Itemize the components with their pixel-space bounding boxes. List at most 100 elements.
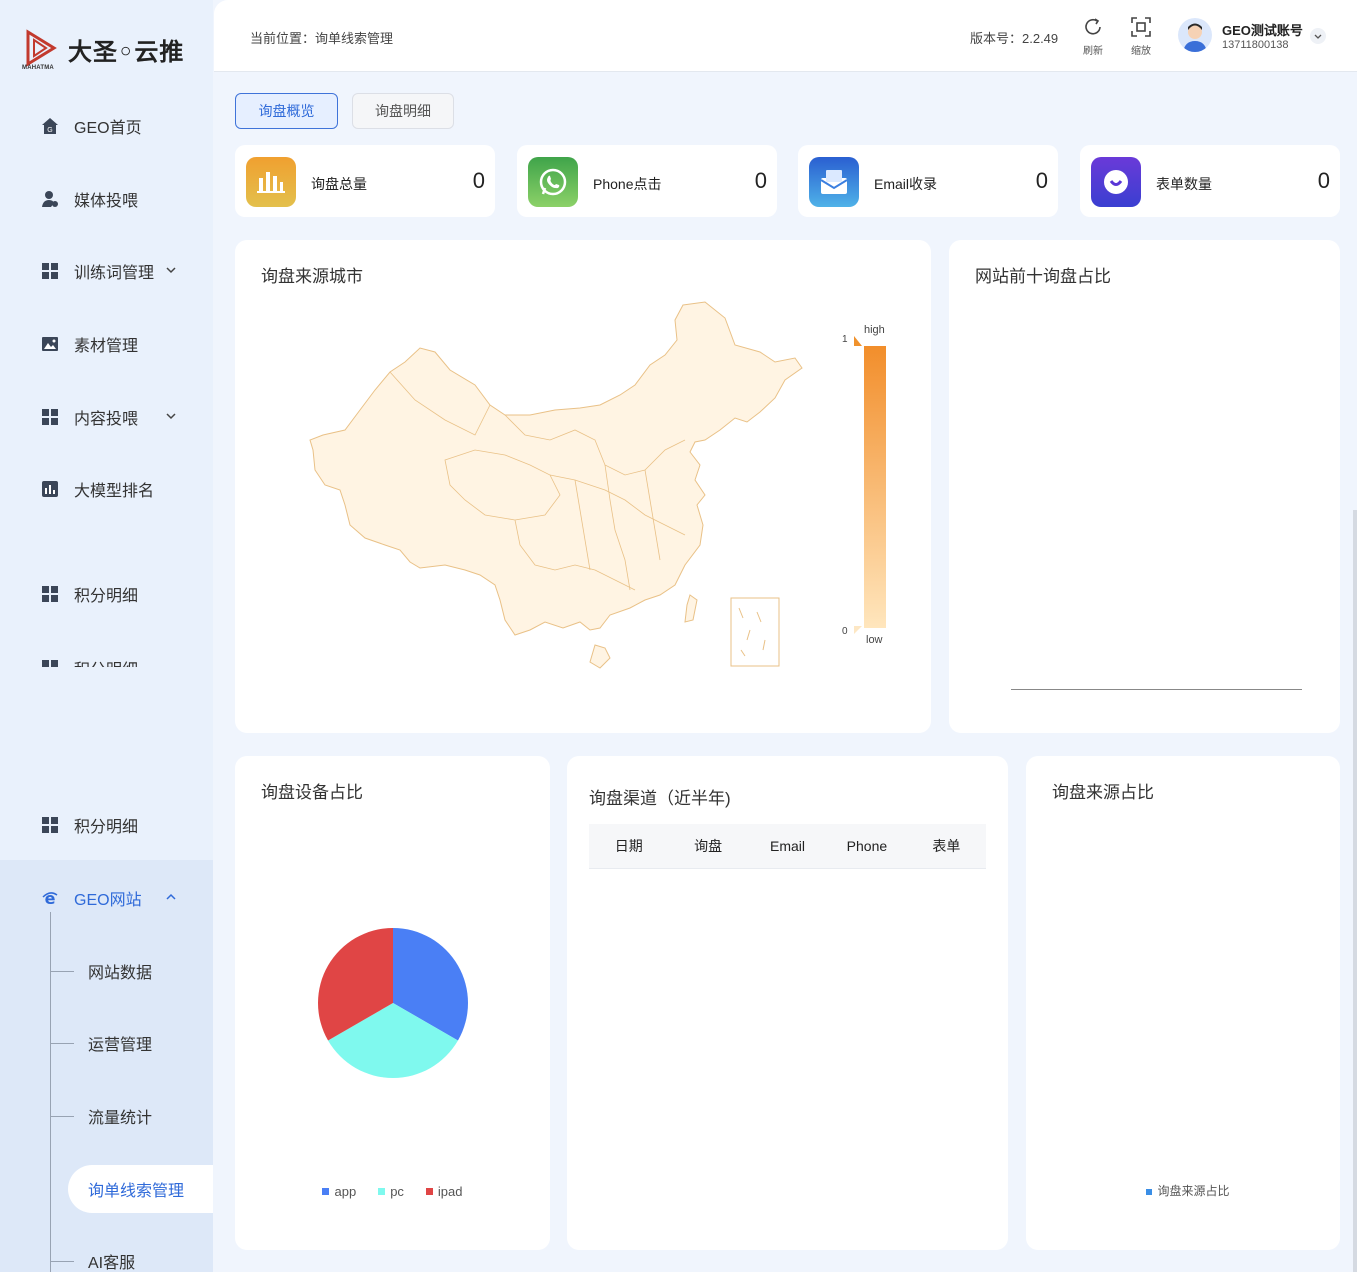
visualmap-gradient-bar[interactable] <box>864 346 886 628</box>
legend-item-pc[interactable]: pc <box>378 1184 404 1199</box>
sidebar-item-points-2[interactable]: 积分明细 <box>0 805 213 845</box>
china-map[interactable] <box>305 300 805 675</box>
sidebar-item-label: GEO首页 <box>74 120 142 137</box>
user-menu-dropdown[interactable] <box>1310 28 1326 44</box>
column-date[interactable]: 日期 <box>589 836 668 856</box>
whatsapp-icon <box>528 157 578 207</box>
refresh-label: 刷新 <box>1083 46 1103 57</box>
panel-channel-table: 询盘渠道（近半年) 日期 询盘 Email Phone 表单 <box>567 756 1008 1250</box>
legend-label: 询盘来源占比 <box>1157 1184 1230 1198</box>
sidebar-subitem-operations[interactable]: 运营管理 <box>50 1023 213 1063</box>
legend-item-ipad[interactable]: ipad <box>425 1184 463 1199</box>
legend-item-app[interactable]: app <box>322 1184 356 1199</box>
chevron-up-icon <box>164 890 178 904</box>
sidebar-item-media[interactable]: 媒体投喂 <box>0 179 213 219</box>
sidebar-subitem-ai-service[interactable]: AI客服 <box>50 1241 213 1272</box>
zoom-button[interactable]: 缩放 <box>1124 16 1158 57</box>
sidebar-item-content-feed[interactable]: 内容投喂 <box>0 397 213 437</box>
sidebar-item-geo-home[interactable]: G GEO首页 <box>0 106 213 146</box>
sidebar-item-label: 内容投喂 <box>74 411 139 428</box>
sidebar-item-label: 积分明细 <box>74 656 138 667</box>
sidebar-item-training-words[interactable]: 训练词管理 <box>0 251 213 291</box>
sidebar-item-points-clipped[interactable]: 积分明细 <box>0 648 213 667</box>
sidebar-subitem-leads[interactable]: 询单线索管理 <box>68 1165 213 1213</box>
tab-overview[interactable]: 询盘概览 <box>235 93 338 129</box>
bar-chart-icon <box>40 479 60 499</box>
panel-title: 询盘来源城市 <box>261 267 363 286</box>
sidebar-item-materials[interactable]: 素材管理 <box>0 324 213 364</box>
stat-label: Phone点击 <box>593 176 662 192</box>
sidebar-item-model-ranking[interactable]: 大模型排名 <box>0 469 213 509</box>
user-phone: 13711800138 <box>1222 39 1289 51</box>
scrollbar[interactable] <box>1353 510 1357 1272</box>
sidebar-item-label: 积分明细 <box>74 588 139 605</box>
subitem-label: 网站数据 <box>88 965 153 982</box>
brand-name: 大圣◦云推 <box>68 37 185 66</box>
sidebar-item-geo-website[interactable]: e GEO网站 <box>0 878 213 918</box>
panel-title: 询盘设备占比 <box>261 783 363 802</box>
column-email[interactable]: Email <box>748 838 827 854</box>
panel-title: 询盘渠道（近半年) <box>589 789 731 808</box>
sidebar-item-label: 素材管理 <box>74 338 139 355</box>
avatar[interactable] <box>1178 18 1212 52</box>
grid-icon <box>40 261 60 281</box>
pie-legend: app pc ipad <box>235 1182 550 1200</box>
tree-branch <box>50 970 74 972</box>
legend-label: ipad <box>437 1184 463 1199</box>
zoom-label: 缩放 <box>1131 46 1151 57</box>
sidebar: MAHATMA 大圣◦云推 G GEO首页 媒体投喂 训练词管理 素材管理 内容… <box>0 0 213 1272</box>
column-inquiries[interactable]: 询盘 <box>668 836 747 856</box>
sidebar-item-points[interactable]: 积分明细 <box>0 574 213 614</box>
version-label: 版本号：2.2.49 <box>970 31 1059 46</box>
refresh-button[interactable]: 刷新 <box>1076 16 1110 57</box>
axis-line <box>1011 689 1302 690</box>
chevron-down-icon <box>164 263 178 277</box>
legend-swatch <box>322 1188 330 1195</box>
image-icon <box>40 334 60 354</box>
stat-card-email: Email收录 0 <box>798 145 1058 217</box>
logo-icon: MAHATMA <box>22 28 60 71</box>
device-pie-chart[interactable] <box>317 927 469 1079</box>
sidebar-subitem-traffic[interactable]: 流量统计 <box>50 1096 213 1136</box>
visualmap-handle-top-icon[interactable] <box>854 336 862 346</box>
source-legend[interactable]: 询盘来源占比 <box>1026 1182 1340 1199</box>
visualmap-min-value: 0 <box>842 626 848 637</box>
sidebar-item-label: 积分明细 <box>74 819 139 836</box>
grid-icon <box>40 815 60 835</box>
stat-card-total-inquiries: 询盘总量 0 <box>235 145 495 217</box>
visualmap-low-label: low <box>866 634 883 646</box>
sidebar-subitem-site-data[interactable]: 网站数据 <box>50 951 213 991</box>
grid-icon <box>40 407 60 427</box>
visualmap-high-label: high <box>864 324 885 336</box>
panel-device-ratio: 询盘设备占比 app pc ipad <box>235 756 550 1250</box>
browser-e-icon: e <box>40 888 60 908</box>
form-icon <box>1091 157 1141 207</box>
user-name: GEO测试账号 <box>1222 23 1303 38</box>
column-form[interactable]: 表单 <box>907 836 986 856</box>
chevron-down-icon <box>1314 34 1322 39</box>
legend-swatch <box>378 1188 386 1195</box>
logo-subtitle: MAHATMA <box>22 65 54 71</box>
panel-title: 询盘来源占比 <box>1052 783 1154 802</box>
panel-top10-sites: 网站前十询盘占比 <box>949 240 1340 733</box>
stat-label: Email收录 <box>874 176 938 192</box>
stat-label: 表单数量 <box>1156 176 1212 192</box>
column-phone[interactable]: Phone <box>827 838 906 854</box>
legend-label: pc <box>390 1184 404 1199</box>
stat-card-phone-clicks: Phone点击 0 <box>517 145 777 217</box>
grid-icon <box>40 584 60 604</box>
stat-value: 0 <box>472 168 485 193</box>
sidebar-item-label: GEO网站 <box>74 892 142 909</box>
sidebar-item-label: 媒体投喂 <box>74 193 139 210</box>
subitem-label: 询单线索管理 <box>88 1183 185 1200</box>
bar-chart-icon <box>246 157 296 207</box>
visualmap-handle-bottom-icon[interactable] <box>854 626 862 634</box>
stat-value: 0 <box>1035 168 1048 193</box>
brand-logo[interactable]: MAHATMA 大圣◦云推 <box>22 28 185 71</box>
top-header: 当前位置：询单线索管理 版本号：2.2.49 刷新 缩放 GEO测试账号 137… <box>214 0 1357 72</box>
legend-label: app <box>334 1184 357 1199</box>
email-icon <box>809 157 859 207</box>
panel-title: 网站前十询盘占比 <box>975 267 1111 286</box>
tab-details[interactable]: 询盘明细 <box>352 93 454 129</box>
chevron-down-icon <box>164 409 178 423</box>
